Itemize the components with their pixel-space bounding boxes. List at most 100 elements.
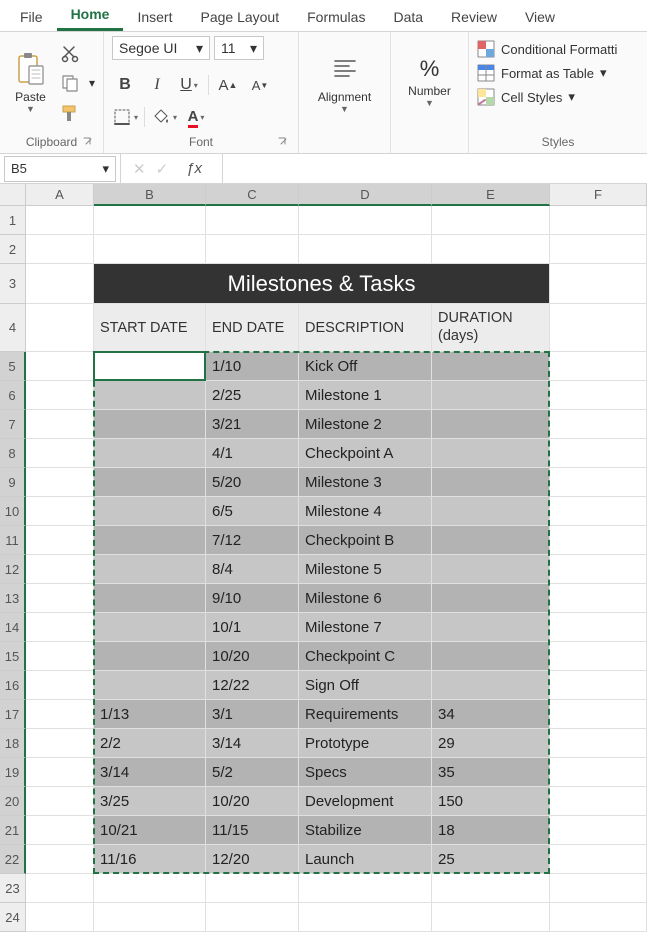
cell-F2[interactable] — [550, 235, 647, 264]
cell-A14[interactable] — [26, 613, 94, 642]
cell-D23[interactable] — [299, 874, 432, 903]
cell-F16[interactable] — [550, 671, 647, 700]
row-head-9[interactable]: 9 — [0, 468, 26, 497]
cell-A16[interactable] — [26, 671, 94, 700]
col-head-C[interactable]: C — [206, 184, 299, 206]
row-head-3[interactable]: 3 — [0, 264, 26, 304]
cell-B13[interactable] — [94, 584, 206, 613]
cell-B2[interactable] — [94, 235, 206, 264]
cell-C7[interactable]: 3/21 — [206, 410, 299, 439]
cell-styles-button[interactable]: Cell Styles ▾ — [477, 88, 632, 106]
cell-B6[interactable] — [94, 381, 206, 410]
col-head-A[interactable]: A — [26, 184, 94, 206]
cell-C2[interactable] — [206, 235, 299, 264]
paste-button[interactable]: Paste ▼ — [8, 36, 53, 126]
cell-E17[interactable]: 34 — [432, 700, 550, 729]
cell-C6[interactable]: 2/25 — [206, 381, 299, 410]
fx-icon[interactable]: ƒx — [178, 160, 210, 177]
cell-F20[interactable] — [550, 787, 647, 816]
cell-F1[interactable] — [550, 206, 647, 235]
cell-B16[interactable] — [94, 671, 206, 700]
cell-C11[interactable]: 7/12 — [206, 526, 299, 555]
cell-C12[interactable]: 8/4 — [206, 555, 299, 584]
row-head-15[interactable]: 15 — [0, 642, 26, 671]
cell-A8[interactable] — [26, 439, 94, 468]
borders-button[interactable]: ▾ — [112, 104, 138, 130]
cell-F9[interactable] — [550, 468, 647, 497]
cell-C21[interactable]: 11/15 — [206, 816, 299, 845]
cell-D22[interactable]: Launch — [299, 845, 432, 874]
cell-F22[interactable] — [550, 845, 647, 874]
cancel-formula-icon[interactable]: ✕ — [133, 160, 146, 178]
row-head-11[interactable]: 11 — [0, 526, 26, 555]
cell-C15[interactable]: 10/20 — [206, 642, 299, 671]
row-head-22[interactable]: 22 — [0, 845, 26, 874]
decrease-font-button[interactable]: A▼ — [247, 72, 273, 98]
table-title[interactable]: Milestones & Tasks — [94, 264, 550, 304]
dialog-launcher-clipboard[interactable] — [81, 135, 95, 149]
row-head-18[interactable]: 18 — [0, 729, 26, 758]
cell-A1[interactable] — [26, 206, 94, 235]
cell-F7[interactable] — [550, 410, 647, 439]
cell-D15[interactable]: Checkpoint C — [299, 642, 432, 671]
cell-E14[interactable] — [432, 613, 550, 642]
cell-B11[interactable] — [94, 526, 206, 555]
cell-B21[interactable]: 10/21 — [94, 816, 206, 845]
cell-A4[interactable] — [26, 304, 94, 352]
cell-D14[interactable]: Milestone 7 — [299, 613, 432, 642]
cell-E16[interactable] — [432, 671, 550, 700]
cell-F18[interactable] — [550, 729, 647, 758]
cell-A18[interactable] — [26, 729, 94, 758]
row-head-21[interactable]: 21 — [0, 816, 26, 845]
fill-color-button[interactable]: ▾ — [151, 104, 177, 130]
cell-D7[interactable]: Milestone 2 — [299, 410, 432, 439]
row-head-7[interactable]: 7 — [0, 410, 26, 439]
cell-C10[interactable]: 6/5 — [206, 497, 299, 526]
row-head-19[interactable]: 19 — [0, 758, 26, 787]
cell-D11[interactable]: Checkpoint B — [299, 526, 432, 555]
cell-D1[interactable] — [299, 206, 432, 235]
cell-C19[interactable]: 5/2 — [206, 758, 299, 787]
tab-insert[interactable]: Insert — [123, 3, 186, 31]
cell-F17[interactable] — [550, 700, 647, 729]
cell-C13[interactable]: 9/10 — [206, 584, 299, 613]
row-head-1[interactable]: 1 — [0, 206, 26, 235]
cell-D16[interactable]: Sign Off — [299, 671, 432, 700]
cell-B15[interactable] — [94, 642, 206, 671]
cell-E13[interactable] — [432, 584, 550, 613]
row-head-14[interactable]: 14 — [0, 613, 26, 642]
cell-D13[interactable]: Milestone 6 — [299, 584, 432, 613]
cell-E24[interactable] — [432, 903, 550, 932]
format-painter-button[interactable] — [59, 102, 81, 124]
tab-home[interactable]: Home — [57, 0, 124, 31]
tab-data[interactable]: Data — [379, 3, 437, 31]
tab-page-layout[interactable]: Page Layout — [186, 3, 293, 31]
formula-input[interactable] — [223, 154, 647, 183]
cell-D18[interactable]: Prototype — [299, 729, 432, 758]
cell-F24[interactable] — [550, 903, 647, 932]
number-format-button[interactable]: % Number ▼ — [404, 36, 456, 126]
cell-D20[interactable]: Development — [299, 787, 432, 816]
cell-B9[interactable] — [94, 468, 206, 497]
alignment-button[interactable]: Alignment ▼ — [319, 36, 371, 126]
cell-C1[interactable] — [206, 206, 299, 235]
row-head-16[interactable]: 16 — [0, 671, 26, 700]
cell-B22[interactable]: 11/16 — [94, 845, 206, 874]
cell-E1[interactable] — [432, 206, 550, 235]
cell-A13[interactable] — [26, 584, 94, 613]
cell-E19[interactable]: 35 — [432, 758, 550, 787]
row-head-8[interactable]: 8 — [0, 439, 26, 468]
col-head-E[interactable]: E — [432, 184, 550, 206]
cell-E10[interactable] — [432, 497, 550, 526]
cell-B10[interactable] — [94, 497, 206, 526]
tab-view[interactable]: View — [511, 3, 569, 31]
cell-C23[interactable] — [206, 874, 299, 903]
cell-A15[interactable] — [26, 642, 94, 671]
row-head-12[interactable]: 12 — [0, 555, 26, 584]
cell-A12[interactable] — [26, 555, 94, 584]
cell-F14[interactable] — [550, 613, 647, 642]
conditional-formatting-button[interactable]: Conditional Formatti — [477, 40, 632, 58]
row-head-20[interactable]: 20 — [0, 787, 26, 816]
cell-A24[interactable] — [26, 903, 94, 932]
row-head-5[interactable]: 5 — [0, 352, 26, 381]
